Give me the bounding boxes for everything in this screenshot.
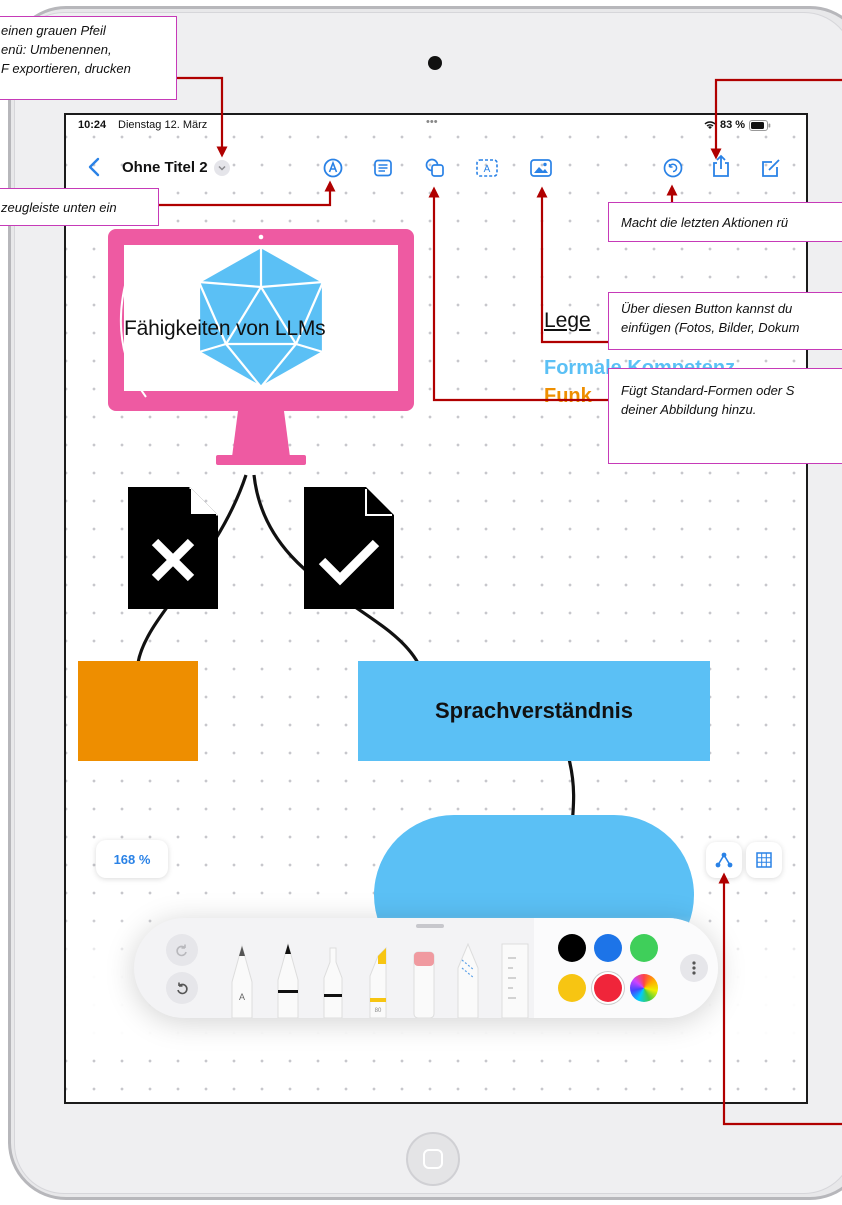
callout-toolbar: zeugleiste unten ein — [0, 188, 159, 226]
callout-media-line-2: einfügen (Fotos, Bilder, Dokum — [621, 320, 800, 335]
callout-media-line-1: Über diesen Button kannst du — [621, 301, 793, 316]
callout-undo: Macht die letzten Aktionen rü — [608, 202, 842, 242]
annotation-arrows — [158, 76, 842, 1126]
callout-shapes-line-1: Fügt Standard-Formen oder S — [621, 383, 795, 398]
callout-media: Über diesen Button kannst du einfügen (F… — [608, 292, 842, 350]
callout-shapes-line-2: deiner Abbildung hinzu. — [621, 402, 757, 417]
callout-title-menu: einen grauen Pfeil enü: Umbenennen, F ex… — [0, 16, 177, 100]
callout-title-menu-line-1: einen grauen Pfeil — [1, 23, 106, 38]
callout-shapes: Fügt Standard-Formen oder S deiner Abbil… — [608, 368, 842, 464]
callout-title-menu-line-3: F exportieren, drucken — [1, 61, 131, 76]
callout-title-menu-line-2: enü: Umbenennen, — [1, 42, 112, 57]
